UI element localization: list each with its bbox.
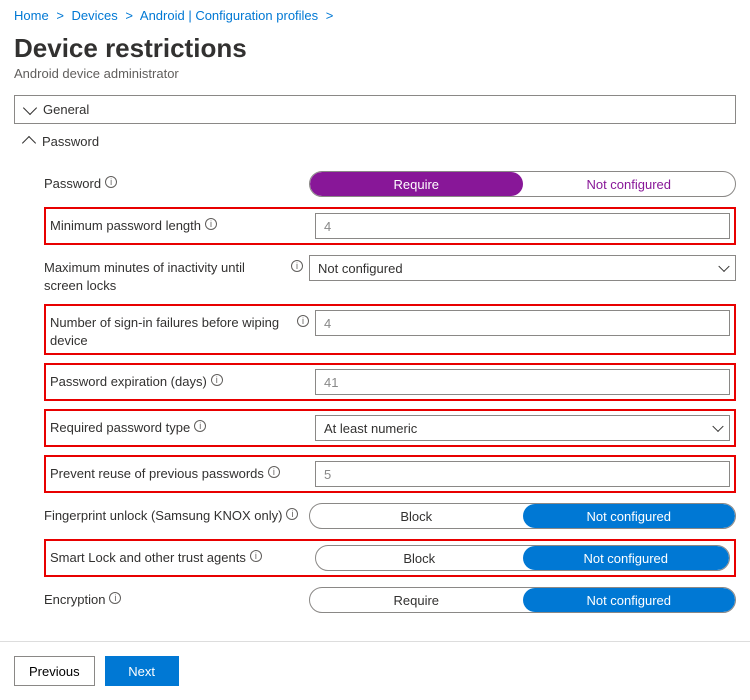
label-smartlock: Smart Lock and other trust agents [50, 549, 246, 567]
label-encryption: Encryption [44, 591, 105, 609]
breadcrumb-android[interactable]: Android | Configuration profiles [140, 8, 318, 23]
breadcrumb-devices[interactable]: Devices [72, 8, 118, 23]
info-icon[interactable]: i [109, 592, 121, 604]
breadcrumb-home[interactable]: Home [14, 8, 49, 23]
encryption-not-configured[interactable]: Not configured [523, 588, 736, 612]
page-title: Device restrictions [14, 33, 736, 64]
footer: Previous Next [0, 642, 750, 700]
breadcrumb: Home > Devices > Android | Configuration… [14, 8, 736, 29]
info-icon[interactable]: i [250, 550, 262, 562]
label-reuse: Prevent reuse of previous passwords [50, 465, 264, 483]
previous-button[interactable]: Previous [14, 656, 95, 686]
smartlock-block[interactable]: Block [316, 546, 523, 570]
section-password-label: Password [42, 134, 99, 149]
failures-input[interactable] [315, 310, 730, 336]
label-expire: Password expiration (days) [50, 373, 207, 391]
section-general[interactable]: General [14, 95, 736, 124]
password-not-configured[interactable]: Not configured [523, 172, 736, 196]
label-min-length: Minimum password length [50, 217, 201, 235]
fingerprint-not-configured[interactable]: Not configured [523, 504, 736, 528]
next-button[interactable]: Next [105, 656, 179, 686]
encryption-require[interactable]: Require [310, 588, 523, 612]
smartlock-toggle[interactable]: Block Not configured [315, 545, 730, 571]
info-icon[interactable]: i [286, 508, 298, 520]
label-type: Required password type [50, 419, 190, 437]
page-subtitle: Android device administrator [14, 66, 736, 81]
info-icon[interactable]: i [211, 374, 223, 386]
min-length-input[interactable] [315, 213, 730, 239]
encryption-toggle[interactable]: Require Not configured [309, 587, 736, 613]
reuse-input[interactable] [315, 461, 730, 487]
section-general-label: General [43, 102, 89, 117]
chevron-down-icon [23, 100, 37, 114]
label-max-idle: Maximum minutes of inactivity until scre… [44, 259, 287, 294]
info-icon[interactable]: i [205, 218, 217, 230]
fingerprint-toggle[interactable]: Block Not configured [309, 503, 736, 529]
label-password: Password [44, 175, 101, 193]
info-icon[interactable]: i [268, 466, 280, 478]
info-icon[interactable]: i [194, 420, 206, 432]
section-password[interactable]: Password [14, 124, 736, 155]
password-toggle[interactable]: Require Not configured [309, 171, 736, 197]
label-fingerprint: Fingerprint unlock (Samsung KNOX only) [44, 507, 282, 525]
fingerprint-block[interactable]: Block [310, 504, 523, 528]
expire-input[interactable] [315, 369, 730, 395]
max-idle-select[interactable] [309, 255, 736, 281]
password-require[interactable]: Require [310, 172, 523, 196]
info-icon[interactable]: i [297, 315, 309, 327]
chevron-up-icon [22, 135, 36, 149]
type-select[interactable] [315, 415, 730, 441]
smartlock-not-configured[interactable]: Not configured [523, 546, 730, 570]
chevron-right-icon: > [326, 8, 334, 23]
password-panel: Password i Require Not configured Minimum… [14, 155, 736, 633]
info-icon[interactable]: i [105, 176, 117, 188]
chevron-right-icon: > [125, 8, 133, 23]
chevron-right-icon: > [56, 8, 64, 23]
info-icon[interactable]: i [291, 260, 303, 272]
label-failures: Number of sign-in failures before wiping… [50, 314, 293, 349]
